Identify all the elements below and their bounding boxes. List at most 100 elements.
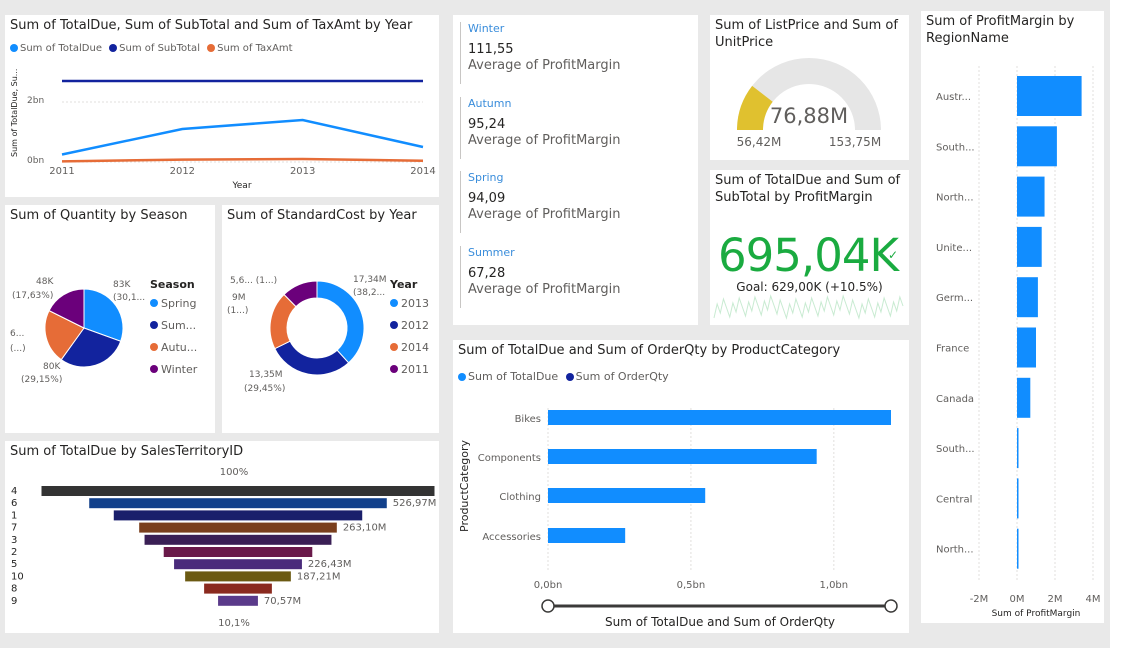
category-label: Bikes — [515, 414, 541, 425]
region-label: Austr... — [936, 92, 971, 103]
funnel-category-label: 3 — [11, 535, 17, 546]
kpi-row-winter[interactable]: Winter 111,55 Average of ProfitMargin — [460, 22, 621, 84]
region-bar — [1017, 226, 1042, 267]
funnel-bar-9 — [218, 595, 258, 606]
kpi-row-caption: Average of ProfitMargin — [468, 207, 621, 222]
kpi-row-label: Winter — [468, 22, 505, 35]
region-bar — [1017, 377, 1031, 418]
kpi-row-caption: Average of ProfitMargin — [468, 133, 621, 148]
season-legend-summer[interactable]: Sum... — [150, 315, 197, 337]
funnel-bar-2 — [163, 547, 313, 557]
season-legend: Season Spring Sum... Autu... Winter — [150, 277, 197, 381]
funnel-bottom-label: 10,1% — [218, 618, 250, 629]
region-bar — [1017, 478, 1019, 519]
gauge-card[interactable]: Sum of ListPrice and Sum of UnitPrice 76… — [710, 15, 909, 160]
kpi-row-autumn[interactable]: Autumn 95,24 Average of ProfitMargin — [460, 97, 621, 159]
funnel-data-label: 70,57M — [264, 596, 301, 607]
gauge-max-label: 153,75M — [829, 135, 881, 149]
funnel-category-label: 7 — [11, 523, 17, 534]
funnel-bar-10 — [185, 571, 291, 582]
cost-legend-2011[interactable]: 2011 — [390, 359, 429, 381]
region-bar-xlabel: Sum of ProfitMargin — [992, 609, 1081, 619]
kpi-trend-line — [713, 294, 904, 320]
region-label: North... — [936, 545, 974, 556]
funnel-category-label: 4 — [11, 486, 17, 497]
x-tick-label: 2M — [1048, 594, 1063, 605]
cost-legend: Year 2013 2012 2014 2011 — [390, 277, 429, 381]
cost-label-2014-value: 9M — [232, 293, 246, 303]
funnel-bar-5 — [174, 559, 302, 570]
funnel-category-label: 1 — [11, 510, 17, 521]
kpi-row-value: 67,28 — [468, 266, 506, 281]
cost-legend-2013[interactable]: 2013 — [390, 293, 429, 315]
cost-legend-2012[interactable]: 2012 — [390, 315, 429, 337]
kpi-row-spring[interactable]: Spring 94,09 Average of ProfitMargin — [460, 171, 621, 233]
line-series-2 — [61, 157, 424, 163]
kpi-row-label: Summer — [468, 246, 515, 259]
gauge-plot: 76,88M 56,42M 153,75M — [737, 58, 881, 149]
season-label-winter-value: 48K — [36, 277, 54, 287]
line-chart-ytick-2bn: 2bn — [27, 96, 44, 106]
scroll-handle-left[interactable] — [541, 599, 555, 613]
region-bar — [1017, 528, 1019, 569]
funnel-category-label: 5 — [11, 559, 17, 570]
x-tick-label: 0,5bn — [677, 580, 706, 591]
line-chart-ylabel: Sum of TotalDue, Su... — [10, 69, 19, 157]
funnel-category-label: 8 — [11, 584, 17, 595]
cost-legend-title: Year — [390, 278, 418, 291]
category-bar-xlabel: Sum of TotalDue and Sum of OrderQty — [605, 615, 835, 629]
season-legend-title: Season — [150, 278, 195, 291]
x-tick-label: 0M — [1010, 594, 1025, 605]
season-pie-card[interactable]: Sum of Quantity by Season 83K (30,1... 8… — [5, 205, 215, 433]
season-label-autumn-value: 6... — [10, 329, 24, 339]
bar-accessories — [548, 528, 626, 543]
season-legend-autumn[interactable]: Autu... — [150, 337, 197, 359]
line-chart-plot: Sum of TotalDue, Su... 2bn 0bn Year 2011… — [10, 69, 436, 191]
region-label: South... — [936, 444, 975, 455]
x-tick-label: 4M — [1086, 594, 1101, 605]
region-bar — [1017, 176, 1045, 217]
x-tick-label: 2013 — [290, 166, 315, 177]
cost-label-2012-value: 13,35M — [249, 370, 283, 380]
gauge-min-label: 56,42M — [737, 135, 782, 149]
season-kpi-list-card[interactable]: Winter 111,55 Average of ProfitMargin Au… — [453, 15, 698, 325]
bar-clothing — [548, 488, 706, 503]
kpi-row-summer[interactable]: Summer 67,28 Average of ProfitMargin — [460, 246, 621, 308]
region-label: Germ... — [936, 293, 973, 304]
funnel-bar-4 — [41, 486, 435, 496]
line-chart-ytick-0bn: 0bn — [27, 156, 44, 166]
cost-donut-card[interactable]: Sum of StandardCost by Year 17,34M (38,2… — [222, 205, 439, 433]
region-label: North... — [936, 193, 974, 204]
region-bar-card[interactable]: Sum of ProfitMargin by RegionName Sum of… — [921, 11, 1104, 623]
x-tick-label: -2M — [970, 594, 989, 605]
cost-label-2011-value: 5,6... (1...) — [230, 276, 277, 286]
cost-label-2014-share: (1...) — [227, 306, 248, 316]
season-label-autumn-share: (...) — [10, 344, 26, 354]
funnel-bar-6 — [89, 498, 387, 509]
scroll-handle-right[interactable] — [884, 599, 898, 613]
funnel-card[interactable]: Sum of TotalDue by SalesTerritoryID 100%… — [5, 441, 439, 633]
cost-label-2013-share: (38,2... — [353, 288, 385, 298]
funnel-category-label: 10 — [11, 571, 24, 582]
kpi-value: 695,04K — [718, 229, 899, 282]
line-chart-card[interactable]: Sum of TotalDue, Sum of SubTotal and Sum… — [5, 15, 439, 197]
report-canvas: Sum of TotalDue, Sum of SubTotal and Sum… — [0, 0, 1110, 648]
funnel-data-label: 263,10M — [343, 523, 387, 534]
season-legend-spring[interactable]: Spring — [150, 293, 197, 315]
category-label: Accessories — [482, 532, 541, 543]
cost-legend-2014[interactable]: 2014 — [390, 337, 429, 359]
funnel-plot: 100% 10,1% 46 526,97M17 263,10M325 226,43M1… — [11, 467, 436, 629]
category-label: Clothing — [499, 492, 541, 503]
x-tick-label: 0,0bn — [534, 580, 563, 591]
line-chart-xlabel: Year — [231, 181, 251, 191]
kpi-row-label: Autumn — [468, 97, 512, 110]
region-bar — [1017, 428, 1019, 469]
x-tick-label: 2012 — [170, 166, 195, 177]
category-bar-card[interactable]: Sum of TotalDue and Sum of OrderQty by P… — [453, 340, 909, 633]
x-tick-label: 2011 — [49, 166, 74, 177]
season-legend-winter[interactable]: Winter — [150, 359, 197, 381]
kpi-row-caption: Average of ProfitMargin — [468, 282, 621, 297]
category-label: Components — [478, 453, 541, 464]
kpi-card[interactable]: Sum of TotalDue and Sum of SubTotal by P… — [710, 170, 909, 325]
region-bar — [1017, 76, 1082, 116]
